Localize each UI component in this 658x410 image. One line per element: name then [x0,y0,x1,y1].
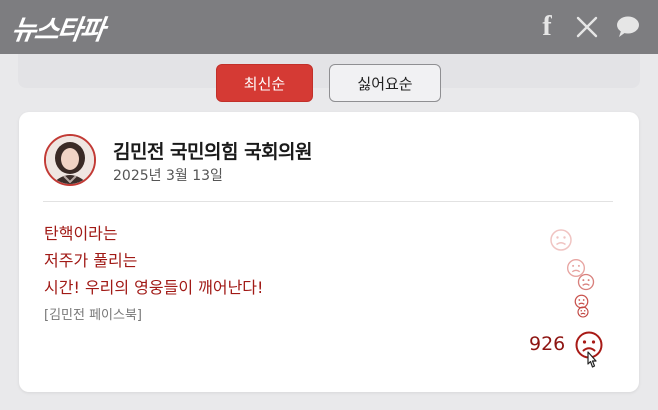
floating-sad-face-icon [550,229,572,251]
site-logo[interactable]: 뉴스타파 [9,8,106,47]
post-date: 2025년 3월 13일 [113,168,223,184]
floating-sad-face-icon [577,306,589,318]
chat-bubble-icon[interactable] [614,13,642,41]
avatar [44,134,96,186]
statement-card: 김민전 국민의힘 국회의원 2025년 3월 13일 탄핵이라는 저주가 풀리는… [19,112,639,392]
divider [43,201,613,202]
quote-text: 탄핵이라는 저주가 풀리는 시간! 우리의 영웅들이 깨어난다! [44,220,263,301]
tab-latest[interactable]: 최신순 [216,64,313,102]
floating-sad-face-icon [577,273,595,291]
quote-line: 시간! 우리의 영웅들이 깨어난다! [44,278,264,297]
author-name: 김민전 국민의힘 국회의원 [113,141,313,163]
top-bar: 뉴스타파 f [0,0,658,54]
quote-line: 저주가 풀리는 [44,251,138,270]
facebook-icon[interactable]: f [537,11,557,42]
x-icon[interactable] [574,13,600,41]
tab-most-disliked[interactable]: 싫어요순 [329,64,441,102]
dislike-count: 926 [529,333,566,355]
source-label: [김민전 페이스북] [44,308,142,323]
dislike-button-icon[interactable] [574,330,604,370]
quote-line: 탄핵이라는 [44,224,118,243]
